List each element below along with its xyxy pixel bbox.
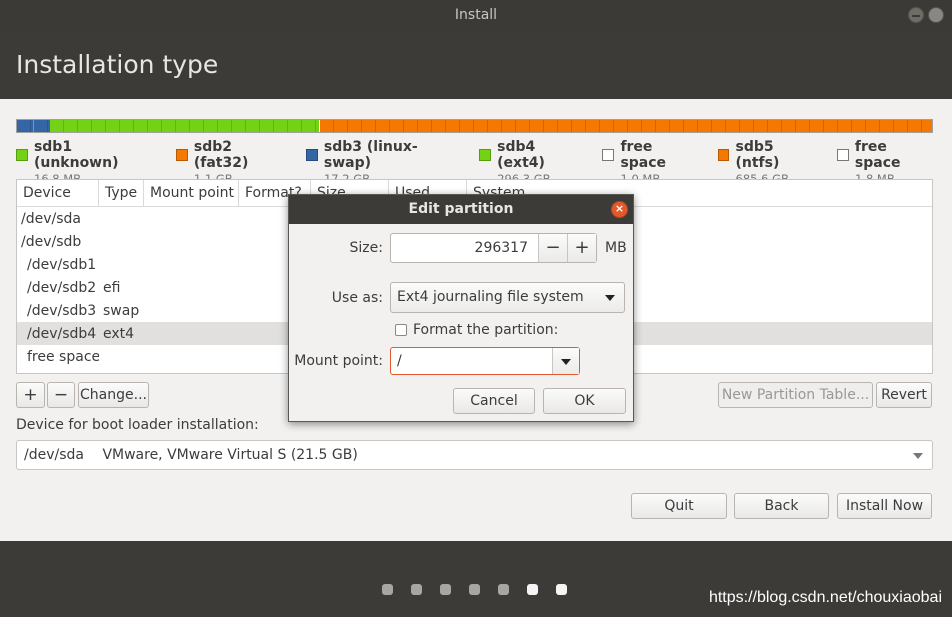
partition-bar-segment xyxy=(33,120,50,132)
minimize-button[interactable] xyxy=(908,7,924,23)
progress-dot xyxy=(411,584,422,595)
window-title: Install xyxy=(454,7,498,23)
progress-dot xyxy=(469,584,480,595)
close-window-button[interactable] xyxy=(928,7,944,23)
progress-dot xyxy=(498,584,509,595)
size-decrement-button[interactable]: − xyxy=(538,234,567,262)
row-device: /dev/sda xyxy=(21,210,81,227)
chevron-down-icon xyxy=(561,359,571,365)
watermark: https://blog.csdn.net/chouxiaobai xyxy=(708,589,942,606)
edit-partition-dialog: Edit partition × Size: 296317 − + MB Use… xyxy=(288,194,634,422)
row-device: /dev/sdb1 xyxy=(27,256,97,273)
partition-bar-segment xyxy=(319,120,932,132)
row-device: /dev/sdb2 xyxy=(27,279,97,296)
remove-partition-button[interactable]: − xyxy=(47,382,75,408)
back-button[interactable]: Back xyxy=(734,493,829,519)
row-device: /dev/sdb4 xyxy=(27,325,97,342)
footer: https://blog.csdn.net/chouxiaobai xyxy=(0,541,952,617)
window-titlebar: Install xyxy=(0,0,952,30)
legend-swatch xyxy=(479,149,492,161)
dialog-close-button[interactable]: × xyxy=(611,201,628,218)
legend-name: sdb3 (linux-swap) xyxy=(323,139,418,171)
legend-swatch xyxy=(175,149,188,161)
partition-bar-segment xyxy=(49,120,319,132)
row-device: /dev/sdb xyxy=(21,233,82,250)
size-input[interactable]: 296317 xyxy=(391,234,538,262)
size-spinner: 296317 − + xyxy=(390,233,597,263)
legend-name: free space xyxy=(620,139,667,171)
column-type[interactable]: Type xyxy=(99,180,144,206)
use-as-label: Use as: xyxy=(331,290,383,306)
mount-point-input[interactable]: / xyxy=(391,348,552,374)
close-icon: × xyxy=(614,202,625,215)
legend-swatch xyxy=(717,149,730,161)
column-device[interactable]: Device xyxy=(17,180,99,206)
chevron-down-icon xyxy=(605,295,615,301)
progress-dot xyxy=(382,584,393,595)
column-mount-point[interactable]: Mount point xyxy=(144,180,239,206)
legend-name: sdb2 (fat32) xyxy=(193,139,249,171)
minimize-icon xyxy=(912,15,920,17)
format-partition-label: Format the partition: xyxy=(413,322,559,338)
ok-button[interactable]: OK xyxy=(543,388,626,414)
row-device: free space xyxy=(27,348,99,365)
legend-name: sdb4 (ext4) xyxy=(497,139,545,171)
legend-name: free space xyxy=(854,139,901,171)
partition-bar xyxy=(16,119,933,133)
progress-dot xyxy=(440,584,451,595)
dialog-title: Edit partition xyxy=(408,201,514,217)
install-now-button[interactable]: Install Now xyxy=(837,493,932,519)
cancel-button[interactable]: Cancel xyxy=(453,388,535,414)
dialog-titlebar: Edit partition × xyxy=(289,195,633,224)
revert-button[interactable]: Revert xyxy=(876,382,932,408)
chevron-down-icon xyxy=(913,453,923,459)
boot-loader-label: Device for boot loader installation: xyxy=(16,417,259,433)
legend-swatch xyxy=(16,149,28,161)
mount-point-label: Mount point: xyxy=(294,353,383,369)
size-label: Size: xyxy=(349,240,383,256)
row-type: swap xyxy=(103,302,140,319)
boot-loader-select[interactable]: /dev/sda VMware, VMware Virtual S (21.5 … xyxy=(16,440,933,470)
legend-name: sdb5 (ntfs) xyxy=(735,139,780,171)
use-as-select[interactable]: Ext4 journaling file system xyxy=(390,282,625,313)
new-partition-table-button[interactable]: New Partition Table... xyxy=(718,382,873,408)
legend-swatch xyxy=(305,149,318,161)
page-title: Installation type xyxy=(16,50,219,79)
use-as-value: Ext4 journaling file system xyxy=(397,289,584,305)
legend-swatch xyxy=(602,149,615,161)
progress-dot xyxy=(556,584,567,595)
progress-dot xyxy=(527,584,538,595)
partition-bar-segment xyxy=(17,120,33,132)
mount-point-dropdown-button[interactable] xyxy=(552,348,579,374)
change-partition-button[interactable]: Change... xyxy=(78,382,149,408)
size-increment-button[interactable]: + xyxy=(567,234,596,262)
row-device: /dev/sdb3 xyxy=(27,302,97,319)
quit-button[interactable]: Quit xyxy=(631,493,727,519)
boot-device: /dev/sda xyxy=(24,447,84,463)
boot-device-description: VMware, VMware Virtual S (21.5 GB) xyxy=(102,447,358,463)
legend-swatch xyxy=(836,149,849,161)
row-type: efi xyxy=(103,279,121,296)
page-header: Installation type xyxy=(0,30,952,99)
legend-name: sdb1 (unknown) xyxy=(33,139,119,171)
format-partition-checkbox[interactable] xyxy=(395,324,407,336)
add-partition-button[interactable]: + xyxy=(16,382,45,408)
mount-point-combo: / xyxy=(390,347,580,375)
size-unit: MB xyxy=(605,240,627,256)
row-type: ext4 xyxy=(103,325,135,342)
